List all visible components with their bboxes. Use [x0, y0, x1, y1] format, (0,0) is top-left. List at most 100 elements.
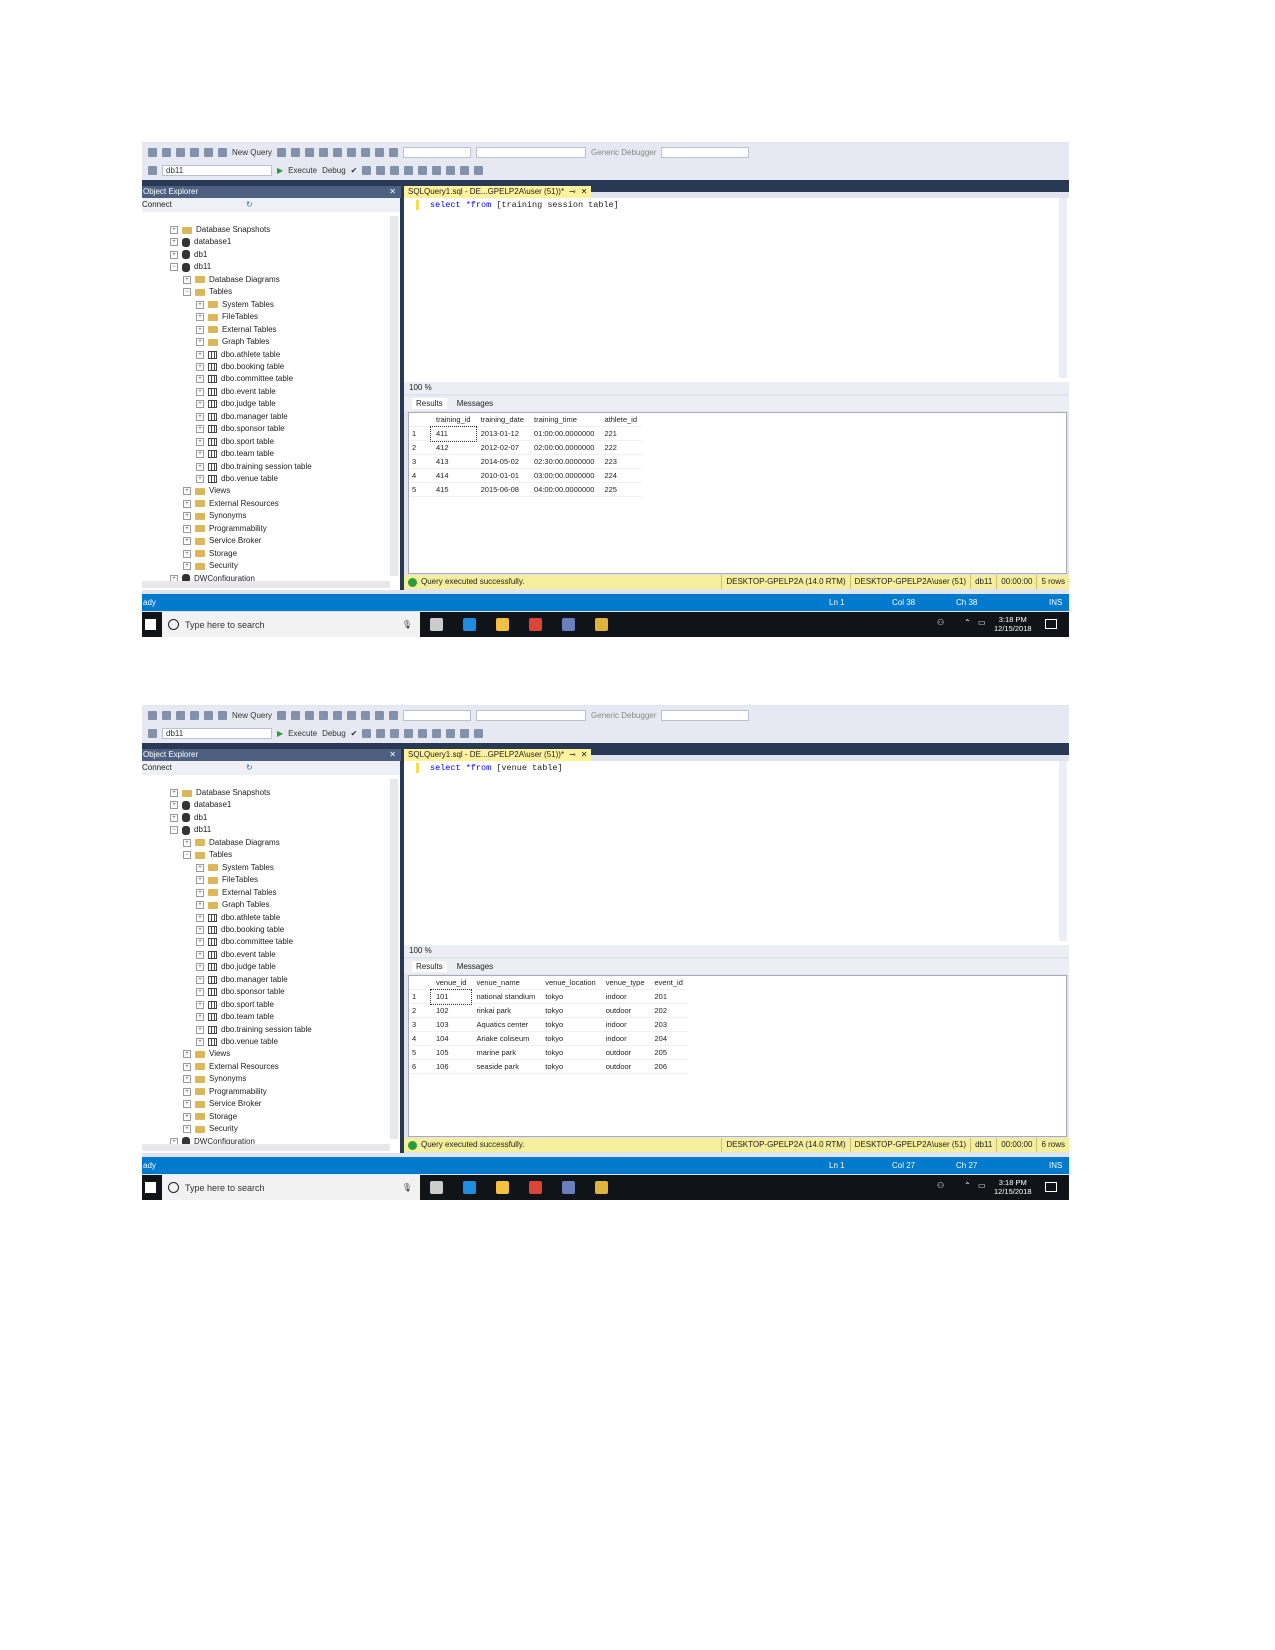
expand-icon[interactable]: + — [170, 789, 178, 797]
tree-node[interactable]: + dbo.sport table — [196, 999, 274, 1011]
expand-icon[interactable]: + — [196, 1013, 204, 1022]
dax-query-icon[interactable] — [319, 148, 329, 157]
results-tab[interactable]: Results — [412, 961, 447, 972]
cell[interactable]: 225 — [599, 482, 642, 497]
cell[interactable]: tokyo — [540, 1059, 601, 1074]
cell[interactable]: 104 — [431, 1031, 472, 1046]
query-options-icon[interactable] — [376, 166, 386, 175]
cut-icon[interactable] — [333, 711, 343, 720]
cell[interactable]: 414 — [431, 468, 476, 483]
microphone-icon[interactable]: 🎙 — [402, 1183, 412, 1192]
open-icon[interactable] — [190, 148, 199, 157]
expand-icon[interactable]: + — [183, 487, 191, 496]
comment-icon[interactable] — [418, 729, 428, 738]
tree-node[interactable]: + Views — [183, 485, 230, 497]
zoom-select[interactable]: 100 % — [406, 383, 446, 394]
cell[interactable]: 02:00:00.0000000 — [528, 440, 600, 455]
uncomment-icon[interactable] — [432, 729, 442, 738]
refresh-icon[interactable]: ↻ — [246, 198, 253, 212]
cell[interactable]: outdoor — [600, 1003, 650, 1018]
results-grid[interactable]: training_id training_date training_time ath… — [408, 412, 1067, 574]
column-header[interactable]: athlete_id — [599, 413, 642, 427]
cell[interactable]: 411 — [430, 425, 477, 442]
tree-node[interactable]: + Security — [183, 560, 238, 572]
query-tab[interactable]: SQLQuery1.sql - DE...GPELP2A\user (51))*… — [404, 186, 592, 198]
cell[interactable]: 415 — [431, 482, 476, 497]
tree-node[interactable]: + dbo.manager table — [196, 411, 288, 423]
cell[interactable]: 01:00:00.0000000 — [528, 426, 600, 441]
table-row[interactable]: 3 413 2014-05-02 02:30:00.0000000 223 — [409, 454, 642, 469]
cell[interactable]: Aquatics center — [471, 1017, 541, 1032]
collapse-icon[interactable]: − — [183, 851, 191, 860]
tree-node[interactable]: + Database Diagrams — [183, 274, 280, 286]
solution-config-dropdown[interactable] — [403, 147, 472, 158]
table-row[interactable]: 1 411 2013-01-12 01:00:00.0000000 221 — [409, 425, 642, 442]
tree-node[interactable]: + database1 — [170, 236, 231, 248]
taskbar-search-box[interactable]: Type here to search 🎙 — [162, 612, 420, 637]
connect-icon[interactable] — [148, 729, 157, 738]
microphone-icon[interactable]: 🎙 — [402, 620, 412, 629]
save-all-icon[interactable] — [218, 148, 227, 157]
editor-scrollbar[interactable] — [1059, 761, 1067, 941]
generic-debugger-button[interactable]: Generic Debugger — [591, 711, 656, 720]
cell[interactable]: national standium — [471, 989, 541, 1004]
cell[interactable]: 2012-02-07 — [475, 440, 529, 455]
expand-icon[interactable]: + — [196, 888, 204, 897]
cell[interactable]: 224 — [599, 468, 642, 483]
query-editor[interactable]: select *from [venue table] — [404, 761, 1069, 951]
tree-node[interactable]: + Graph Tables — [196, 336, 269, 348]
task-view-icon[interactable] — [430, 1181, 443, 1194]
tree-node[interactable]: − Tables — [183, 849, 232, 861]
expand-icon[interactable]: + — [196, 412, 204, 421]
tree-node[interactable]: + dbo.venue table — [196, 473, 278, 485]
tree-node[interactable]: + dbo.manager table — [196, 974, 288, 986]
execute-button[interactable]: Execute — [288, 729, 317, 738]
cell[interactable]: tokyo — [540, 1003, 601, 1018]
tree-node[interactable]: + db1 — [170, 812, 207, 824]
cell[interactable]: indoor — [600, 1017, 650, 1032]
tree-node[interactable]: + dbo.booking table — [196, 924, 284, 936]
clock[interactable]: 3:18 PM 12/15/2018 — [994, 1178, 1032, 1196]
query-text[interactable]: select *from [training session table] — [430, 200, 619, 210]
save-icon[interactable] — [204, 711, 213, 720]
expand-icon[interactable]: + — [196, 437, 204, 446]
cell[interactable]: rinkai park — [471, 1003, 541, 1018]
expand-icon[interactable]: + — [183, 1062, 191, 1071]
messages-tab[interactable]: Messages — [457, 399, 493, 408]
table-row[interactable]: 4 414 2010-01-01 03:00:00.0000000 224 — [409, 468, 642, 483]
taskbar-search-box[interactable]: Type here to search 🎙 — [162, 1175, 420, 1200]
expand-icon[interactable]: + — [196, 362, 204, 371]
tree-node[interactable]: + Programmability — [183, 1086, 267, 1098]
expand-icon[interactable]: + — [183, 537, 191, 546]
tree-node[interactable]: − db11 — [170, 824, 211, 836]
cell[interactable]: outdoor — [600, 1059, 650, 1074]
uncomment-icon[interactable] — [432, 166, 442, 175]
sql-tool-icon[interactable] — [595, 1181, 608, 1194]
tree-node[interactable]: + Service Broker — [183, 1098, 261, 1110]
results-tab[interactable]: Results — [412, 398, 447, 409]
expand-icon[interactable]: + — [170, 226, 178, 234]
task-view-icon[interactable] — [430, 618, 443, 631]
tree-node[interactable]: + External Tables — [196, 324, 277, 336]
parse-icon[interactable]: ✔ — [351, 166, 358, 175]
cell[interactable]: 205 — [649, 1045, 688, 1060]
collapse-icon[interactable]: − — [183, 288, 191, 297]
tree-node[interactable]: + Database Diagrams — [183, 837, 280, 849]
collapse-icon[interactable]: − — [170, 826, 178, 835]
oe-close-icon[interactable]: ✕ — [389, 186, 396, 198]
tree-node[interactable]: + dbo.event table — [196, 386, 276, 398]
cell[interactable]: 106 — [431, 1059, 472, 1074]
oe-vertical-scrollbar[interactable] — [390, 779, 398, 1139]
tree-node[interactable]: + Database Snapshots — [170, 224, 270, 236]
notifications-icon[interactable] — [1045, 619, 1057, 629]
cell[interactable]: indoor — [600, 989, 650, 1004]
expand-icon[interactable]: + — [183, 499, 191, 508]
column-header[interactable]: event_id — [649, 976, 688, 990]
new-project-icon[interactable] — [176, 711, 185, 720]
indent-icon[interactable] — [446, 166, 456, 175]
cell[interactable]: 222 — [599, 440, 642, 455]
ssms-icon[interactable] — [562, 618, 575, 631]
edge-icon[interactable] — [463, 1181, 476, 1194]
expand-icon[interactable]: + — [183, 1112, 191, 1121]
expand-icon[interactable]: + — [196, 338, 204, 347]
